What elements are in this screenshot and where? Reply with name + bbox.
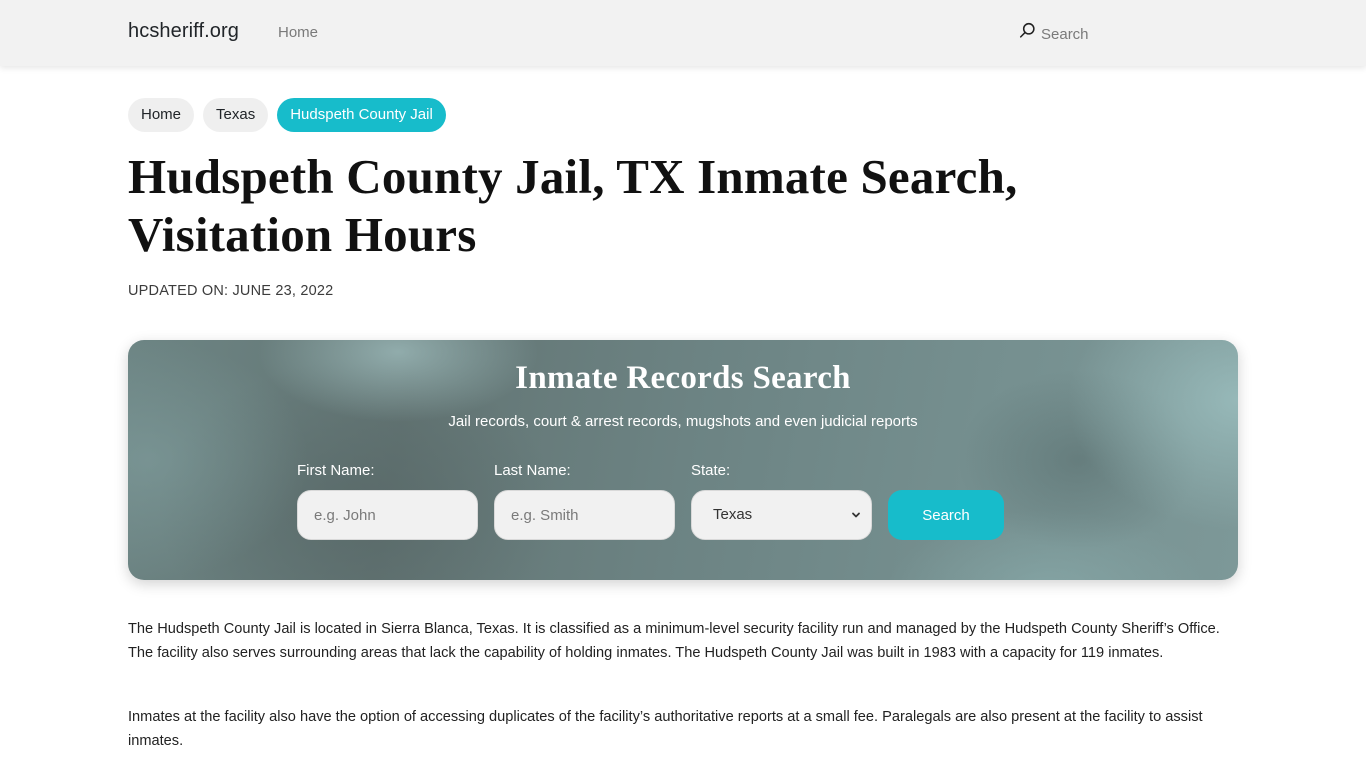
content-paragraph: The Hudspeth County Jail is located in S… — [128, 621, 1220, 661]
state-select[interactable]: Texas — [691, 490, 872, 540]
first-name-input[interactable] — [297, 490, 478, 540]
chevron-down-icon — [852, 512, 860, 518]
search-card-subtitle: Jail records, court & arrest records, mu… — [448, 413, 918, 430]
inmate-search-card: Inmate Records Search Jail records, cour… — [128, 340, 1238, 580]
nav-link-home[interactable]: Home — [278, 24, 318, 41]
breadcrumb-texas[interactable]: Texas — [203, 98, 269, 132]
last-name-label: Last Name: — [494, 462, 571, 479]
site-brand[interactable]: hcsheriff.org — [128, 20, 239, 43]
breadcrumb-home[interactable]: Home — [128, 98, 195, 132]
navbar: hcsheriff.org Home Search — [0, 0, 1366, 66]
search-card-title: Inmate Records Search — [515, 360, 851, 396]
first-name-label: First Name: — [297, 462, 375, 479]
nav-search-label: Search — [1041, 25, 1089, 43]
nav-search-button[interactable]: Search — [1019, 22, 1089, 46]
breadcrumb-hudspeth-county-jail[interactable]: Hudspeth County Jail — [277, 98, 446, 132]
state-select-value: Texas — [713, 506, 753, 523]
breadcrumb: Home Texas Hudspeth County Jail — [128, 98, 446, 132]
page-title: Hudspeth County Jail, TX Inmate Search, … — [128, 149, 1018, 262]
content-paragraph: Inmates at the facility also have the op… — [128, 709, 1203, 749]
search-icon — [1019, 22, 1036, 43]
search-button[interactable]: Search — [888, 490, 1004, 540]
updated-date: UPDATED ON: JUNE 23, 2022 — [128, 283, 334, 299]
last-name-input[interactable] — [494, 490, 675, 540]
state-label: State: — [691, 462, 731, 479]
